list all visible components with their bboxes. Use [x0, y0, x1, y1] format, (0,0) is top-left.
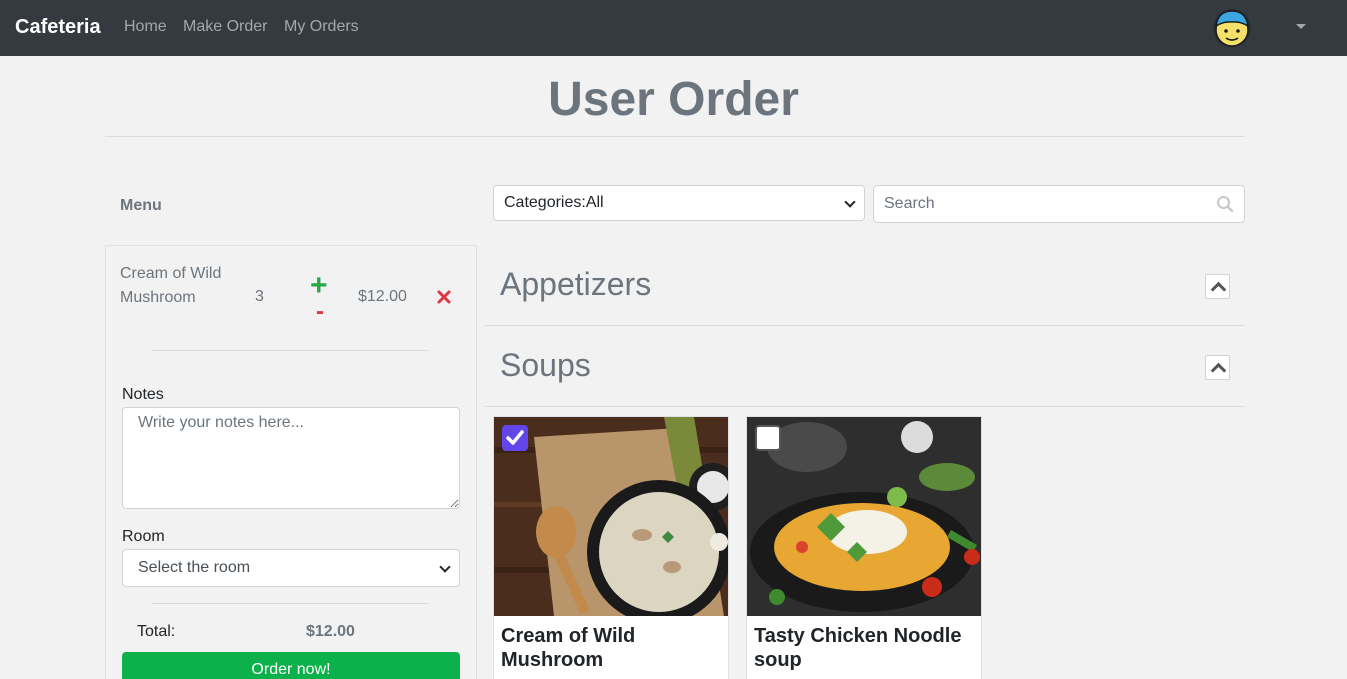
chevron-down-icon	[439, 561, 451, 573]
checkbox-unchecked[interactable]	[755, 425, 781, 451]
room-select[interactable]: Select the room	[122, 549, 460, 587]
title-divider	[105, 136, 1245, 137]
notes-field[interactable]	[122, 407, 460, 509]
menu-label: Menu	[120, 197, 162, 214]
product-image	[747, 417, 981, 616]
notes-label: Notes	[122, 386, 164, 403]
total-label: Total:	[137, 623, 176, 640]
chevron-down-icon	[844, 196, 856, 208]
nav-link-my-orders[interactable]: My Orders	[284, 18, 359, 36]
check-icon	[506, 430, 524, 445]
product-card-cream-of-wild-mushroom[interactable]: Cream of Wild Mushroom	[493, 416, 729, 679]
total-value: $12.00	[306, 623, 355, 640]
minus-icon[interactable]: -	[316, 300, 324, 324]
navbar: Cafeteria Home Make Order My Orders	[0, 0, 1347, 56]
caret-down-icon[interactable]	[1296, 24, 1306, 29]
cart-item-quantity: 3	[255, 288, 264, 305]
nav-link-make-order[interactable]: Make Order	[183, 18, 267, 36]
category-divider	[485, 406, 1245, 407]
room-label: Room	[122, 528, 165, 545]
divider	[152, 350, 429, 351]
chevron-up-icon[interactable]	[1205, 355, 1230, 380]
cart-item-price: $12.00	[358, 288, 407, 305]
cart-item-name: Cream of Wild Mushroom	[120, 265, 222, 306]
avatar-icon[interactable]	[1212, 8, 1252, 48]
remove-icon[interactable]	[437, 289, 451, 305]
category-title-appetizers: Appetizers	[500, 266, 652, 302]
category-title-soups: Soups	[500, 347, 591, 383]
category-divider	[485, 325, 1245, 326]
product-card-tasty-chicken-noodle-soup[interactable]: Tasty Chicken Noodle soup	[746, 416, 982, 679]
order-now-button[interactable]: Order now!	[122, 652, 460, 679]
product-name: Cream of Wild Mushroom	[501, 625, 636, 671]
product-name: Tasty Chicken Noodle soup	[754, 625, 962, 671]
category-select[interactable]: Categories:All	[493, 185, 865, 221]
chevron-up-icon[interactable]	[1205, 274, 1230, 299]
category-select-value: Categories:All	[504, 194, 604, 211]
search-icon[interactable]	[1216, 195, 1234, 213]
plus-icon[interactable]: +	[310, 271, 328, 301]
room-select-value: Select the room	[138, 559, 251, 576]
brand-logo[interactable]: Cafeteria	[15, 16, 101, 39]
checkbox-checked[interactable]	[502, 425, 528, 451]
page-title: User Order	[548, 73, 799, 126]
divider	[152, 603, 429, 604]
product-image	[494, 417, 728, 616]
search-input[interactable]: Search	[873, 185, 1245, 223]
nav-link-home[interactable]: Home	[124, 18, 167, 36]
search-placeholder: Search	[884, 195, 935, 212]
